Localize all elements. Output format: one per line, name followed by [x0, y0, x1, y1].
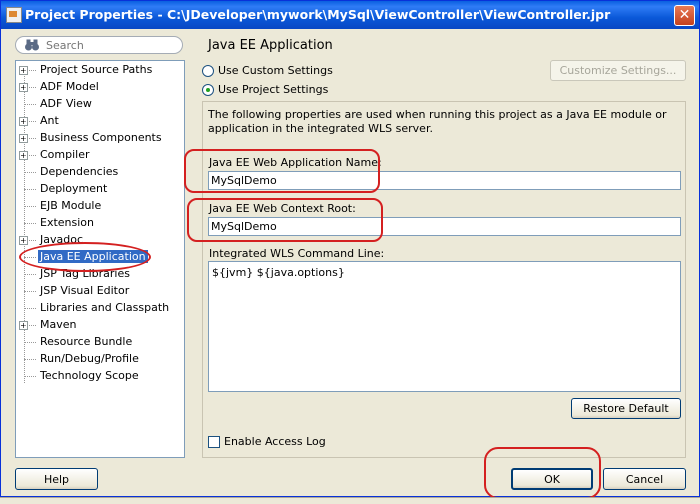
ok-button[interactable]: OK — [511, 468, 593, 490]
tree-item-label: ADF View — [40, 97, 92, 110]
tree-item[interactable]: + Business Components — [16, 130, 184, 147]
description-text: The following properties are used when r… — [208, 108, 667, 135]
category-tree[interactable]: + Project Source Paths + ADF Model ADF View +… — [15, 60, 185, 458]
tree-item-label: Maven — [40, 318, 77, 331]
tree-item[interactable]: Extension — [16, 215, 184, 232]
tree-connector — [24, 274, 36, 275]
tree-connector — [24, 172, 36, 173]
enable-access-log-checkbox[interactable] — [208, 436, 220, 448]
tree-connector — [24, 189, 36, 190]
tree-item-label: Run/Debug/Profile — [40, 352, 139, 365]
tree-connector — [24, 240, 36, 241]
tree-connector — [24, 291, 36, 292]
title-bar[interactable]: Project Properties - C:\JDeveloper\mywor… — [1, 1, 699, 29]
project-properties-dialog: Project Properties - C:\JDeveloper\mywor… — [0, 0, 700, 499]
binoculars-icon — [24, 38, 40, 55]
tree-connector — [24, 206, 36, 207]
tree-item-label: Javadoc — [40, 233, 83, 246]
tree-item-label: JSP Visual Editor — [40, 284, 130, 297]
wls-command-value: ${jvm} ${java.options} — [212, 266, 345, 279]
tree-item-label: Deployment — [40, 182, 108, 195]
tree-item-label: Business Components — [40, 131, 162, 144]
tree-item-label: Ant — [40, 114, 59, 127]
tree-item[interactable]: + Ant — [16, 113, 184, 130]
tree-item[interactable]: + Compiler — [16, 147, 184, 164]
use-project-settings-radio[interactable] — [202, 84, 214, 96]
tree-connector — [24, 359, 36, 360]
use-project-settings-label[interactable]: Use Project Settings — [218, 83, 328, 96]
tree-item-label: Dependencies — [40, 165, 119, 178]
tree-item-label: Java EE Application — [38, 250, 148, 263]
tree-connector — [24, 376, 36, 377]
tree-item-label: EJB Module — [40, 199, 102, 212]
tree-item[interactable]: JSP Visual Editor — [16, 283, 184, 300]
use-custom-settings-radio[interactable] — [202, 65, 214, 77]
app-icon — [6, 7, 22, 23]
restore-default-button[interactable]: Restore Default — [571, 398, 681, 419]
search-input[interactable] — [46, 38, 174, 52]
search-box[interactable] — [15, 36, 183, 54]
tree-item[interactable]: Java EE Application — [16, 249, 184, 266]
enable-access-log-label[interactable]: Enable Access Log — [224, 435, 326, 448]
close-icon: ✕ — [678, 7, 691, 23]
tree-item-label: Extension — [40, 216, 95, 229]
wls-command-label: Integrated WLS Command Line: — [209, 247, 385, 260]
tree-item[interactable]: JSP Tag Libraries — [16, 266, 184, 283]
tree-connector — [24, 308, 36, 309]
page-title: Java EE Application — [208, 38, 333, 53]
web-app-name-label: Java EE Web Application Name: — [209, 156, 382, 169]
tree-connector — [24, 70, 36, 71]
tree-connector — [24, 87, 36, 88]
tree-item-label: ADF Model — [40, 80, 99, 93]
tree-item[interactable]: Dependencies — [16, 164, 184, 181]
tree-item[interactable]: EJB Module — [16, 198, 184, 215]
customize-settings-button[interactable]: Customize Settings... — [550, 60, 686, 81]
tree-connector — [24, 121, 36, 122]
wls-command-textarea[interactable]: ${jvm} ${java.options} — [208, 261, 681, 392]
tree-item[interactable]: + Project Source Paths — [16, 62, 184, 79]
tree-item[interactable]: ADF View — [16, 96, 184, 113]
tree-connector — [24, 138, 36, 139]
tree-item[interactable]: Technology Scope — [16, 368, 184, 385]
tree-item[interactable]: Libraries and Classpath — [16, 300, 184, 317]
tree-connector — [24, 104, 36, 105]
tree-item-label: Resource Bundle — [40, 335, 133, 348]
context-root-label: Java EE Web Context Root: — [209, 202, 356, 215]
tree-item[interactable]: Deployment — [16, 181, 184, 198]
tree-item-label: Libraries and Classpath — [40, 301, 170, 314]
tree-item-label: JSP Tag Libraries — [40, 267, 130, 280]
window-title: Project Properties - C:\JDeveloper\mywor… — [25, 7, 611, 22]
tree-item[interactable]: Run/Debug/Profile — [16, 351, 184, 368]
use-custom-settings-label[interactable]: Use Custom Settings — [218, 64, 333, 77]
tree-item[interactable]: + ADF Model — [16, 79, 184, 96]
tree-connector — [24, 325, 36, 326]
context-root-field[interactable]: MySqlDemo — [208, 217, 681, 236]
tree-connector — [24, 257, 36, 258]
close-button[interactable]: ✕ — [674, 5, 695, 26]
tree-connector — [24, 342, 36, 343]
tree-item[interactable]: Resource Bundle — [16, 334, 184, 351]
tree-item-label: Compiler — [40, 148, 90, 161]
tree-item[interactable]: + Javadoc — [16, 232, 184, 249]
cancel-button[interactable]: Cancel — [603, 468, 686, 490]
web-app-name-field[interactable]: MySqlDemo — [208, 171, 681, 190]
tree-connector — [24, 155, 36, 156]
tree-item[interactable]: + Maven — [16, 317, 184, 334]
tree-item-label: Technology Scope — [40, 369, 139, 382]
help-button[interactable]: Help — [15, 468, 98, 490]
tree-connector — [24, 223, 36, 224]
tree-item-label: Project Source Paths — [40, 63, 153, 76]
